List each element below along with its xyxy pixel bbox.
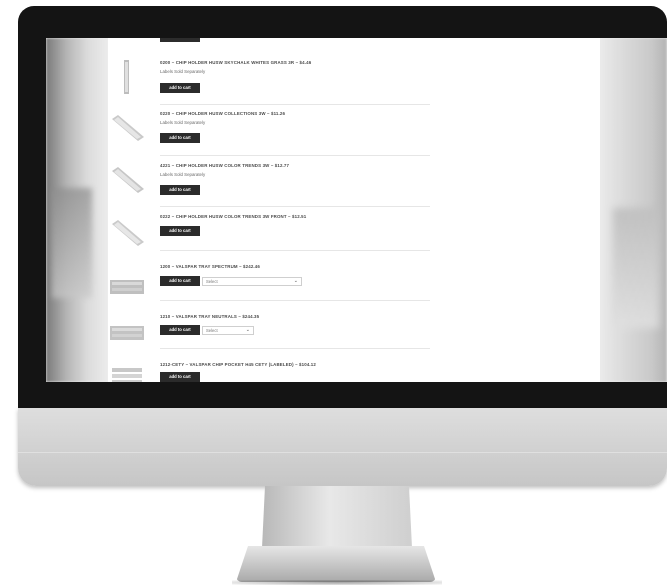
add-to-cart-button[interactable]: add to cart	[160, 133, 200, 143]
variant-select[interactable]: Select ⌄	[202, 326, 254, 335]
variant-select-value: Select	[206, 328, 218, 333]
add-to-cart-button[interactable]: add to cart	[160, 226, 200, 236]
product-note: Labels Sold Separately	[160, 172, 206, 177]
add-to-cart-button[interactable]: add to cart	[160, 325, 200, 335]
product-title[interactable]: 1212-CETY – VALSPAR CHIP POCKET H45 CETY…	[160, 362, 460, 367]
product-thumbnail	[108, 316, 146, 356]
product-thumbnail	[108, 268, 146, 308]
add-to-cart-button[interactable]: add to cart	[160, 372, 200, 382]
variant-select[interactable]: Select ⌄	[202, 277, 302, 286]
product-title[interactable]: 0200 – CHIP HOLDER HUSW SKYCHALK WHITES …	[160, 60, 460, 65]
product-title[interactable]: 1200 – VALSPAR TRAY SPECTRUM – $242.46	[160, 264, 460, 269]
monitor-stand-base	[236, 546, 436, 582]
product-list-page: 0200 – CHIP HOLDER HUSW SKYCHALK WHITES …	[108, 38, 600, 382]
screen: 0200 – CHIP HOLDER HUSW SKYCHALK WHITES …	[46, 38, 667, 382]
product-title[interactable]: 4221 – CHIP HOLDER HUSW COLOR TRENDS 3W …	[160, 163, 460, 168]
add-to-cart-button[interactable]: add to cart	[160, 185, 200, 195]
divider	[160, 206, 430, 207]
chevron-down-icon: ⌄	[293, 278, 298, 284]
divider	[160, 155, 430, 156]
product-thumbnail	[108, 163, 146, 203]
monitor-stand-neck	[262, 486, 412, 548]
product-thumbnail	[108, 362, 146, 382]
stand-shadow	[232, 580, 442, 585]
divider	[160, 104, 430, 105]
monitor-chin	[18, 408, 667, 486]
divider	[160, 348, 430, 349]
background-photo-left	[46, 38, 116, 382]
product-title[interactable]: 1210 – VALSPAR TRAY NEUTRALS – $244.35	[160, 314, 460, 319]
divider	[160, 250, 430, 251]
product-note: Labels Sold Separately	[160, 69, 206, 74]
product-title[interactable]: 0222 – CHIP HOLDER HUSW COLOR TRENDS 3W …	[160, 214, 460, 219]
product-thumbnail	[108, 58, 146, 98]
previous-add-to-cart-button[interactable]	[160, 38, 200, 42]
product-note: Labels Sold Separately	[160, 120, 206, 125]
product-thumbnail	[108, 111, 146, 151]
add-to-cart-button[interactable]: add to cart	[160, 83, 200, 93]
chin-highlight	[18, 452, 667, 453]
divider	[160, 300, 430, 301]
add-to-cart-button[interactable]: add to cart	[160, 276, 200, 286]
product-title[interactable]: 0220 – CHIP HOLDER HUSW COLLECTIONS 3W –…	[160, 111, 460, 116]
chevron-down-icon: ⌄	[245, 327, 250, 333]
product-thumbnail	[108, 216, 146, 256]
variant-select-value: Select	[206, 279, 218, 284]
